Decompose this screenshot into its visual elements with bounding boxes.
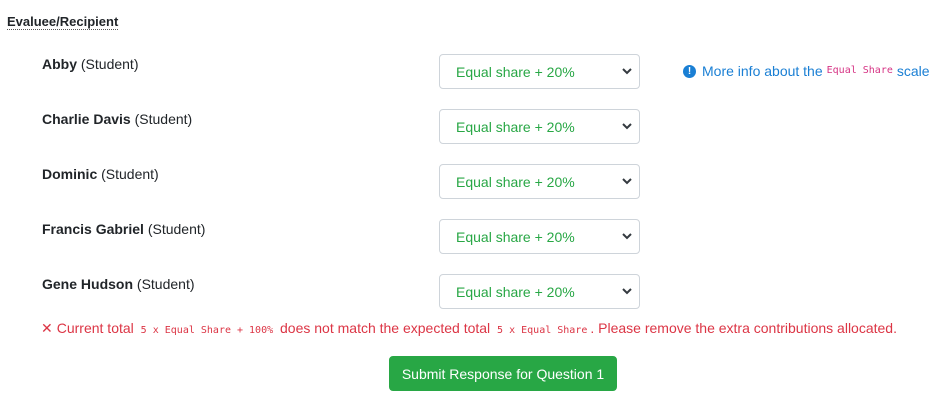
total-mismatch-error: ✕ Current total 5 x Equal Share + 100% do… bbox=[41, 320, 897, 339]
selected-value: Equal share + 20% bbox=[456, 283, 575, 300]
error-text-1: Current total bbox=[56, 320, 134, 336]
current-total-code: 5 x Equal Share + 100% bbox=[140, 325, 274, 336]
recipient-role: (Student) bbox=[80, 56, 139, 72]
recipient-role: (Student) bbox=[136, 276, 195, 292]
recipient-role: (Student) bbox=[134, 111, 193, 127]
recipient-name-text: Abby bbox=[42, 56, 77, 72]
chevron-down-icon bbox=[615, 55, 639, 88]
recipient-name: Francis Gabriel (Student) bbox=[42, 221, 205, 238]
error-text-2: does not match the expected total bbox=[280, 320, 491, 336]
contribution-select[interactable]: Equal share + 20% bbox=[439, 109, 640, 144]
selected-value: Equal share + 20% bbox=[456, 118, 575, 135]
recipient-name: Dominic (Student) bbox=[42, 166, 159, 183]
recipient-name-text: Francis Gabriel bbox=[42, 221, 144, 237]
expected-total-code: 5 x Equal Share bbox=[497, 325, 588, 336]
recipient-row: Dominic (Student) Equal share + 20% bbox=[0, 164, 946, 200]
selected-value: Equal share + 20% bbox=[456, 228, 575, 245]
submit-response-button[interactable]: Submit Response for Question 1 bbox=[389, 356, 617, 391]
recipient-row: Abby (Student) Equal share + 20% ! More … bbox=[0, 54, 946, 90]
recipient-name-text: Charlie Davis bbox=[42, 111, 131, 127]
section-header: Evaluee/Recipient bbox=[7, 14, 119, 30]
chevron-down-icon bbox=[615, 165, 639, 198]
recipient-row: Charlie Davis (Student) Equal share + 20… bbox=[0, 109, 946, 145]
contribution-select[interactable]: Equal share + 20% bbox=[439, 164, 640, 199]
selected-value: Equal share + 20% bbox=[456, 63, 575, 80]
contribution-select[interactable]: Equal share + 20% bbox=[439, 274, 640, 309]
chevron-down-icon bbox=[615, 275, 639, 308]
contribution-select[interactable]: Equal share + 20% bbox=[439, 54, 640, 89]
recipient-row: Gene Hudson (Student) Equal share + 20% bbox=[0, 274, 946, 310]
recipient-name-text: Gene Hudson bbox=[42, 276, 134, 292]
info-circle-icon: ! bbox=[683, 64, 696, 78]
recipient-name-text: Dominic bbox=[42, 166, 98, 182]
more-info-link[interactable]: ! More info about the Equal Share scale bbox=[683, 63, 930, 79]
recipient-role: (Student) bbox=[101, 166, 159, 182]
recipient-name: Gene Hudson (Student) bbox=[42, 276, 195, 293]
error-text-3: . Please remove the extra contributions … bbox=[590, 320, 897, 336]
equal-share-code: Equal Share bbox=[826, 65, 893, 76]
recipient-name: Charlie Davis (Student) bbox=[42, 111, 192, 128]
contribution-select[interactable]: Equal share + 20% bbox=[439, 219, 640, 254]
more-info-prefix: More info about the bbox=[702, 63, 823, 79]
chevron-down-icon bbox=[615, 110, 639, 143]
chevron-down-icon bbox=[615, 220, 639, 253]
x-mark-icon: ✕ bbox=[41, 320, 53, 336]
recipient-row: Francis Gabriel (Student) Equal share + … bbox=[0, 219, 946, 255]
recipient-name: Abby (Student) bbox=[42, 56, 138, 73]
recipient-role: (Student) bbox=[147, 221, 206, 237]
selected-value: Equal share + 20% bbox=[456, 173, 575, 190]
more-info-suffix: scale bbox=[896, 63, 930, 79]
